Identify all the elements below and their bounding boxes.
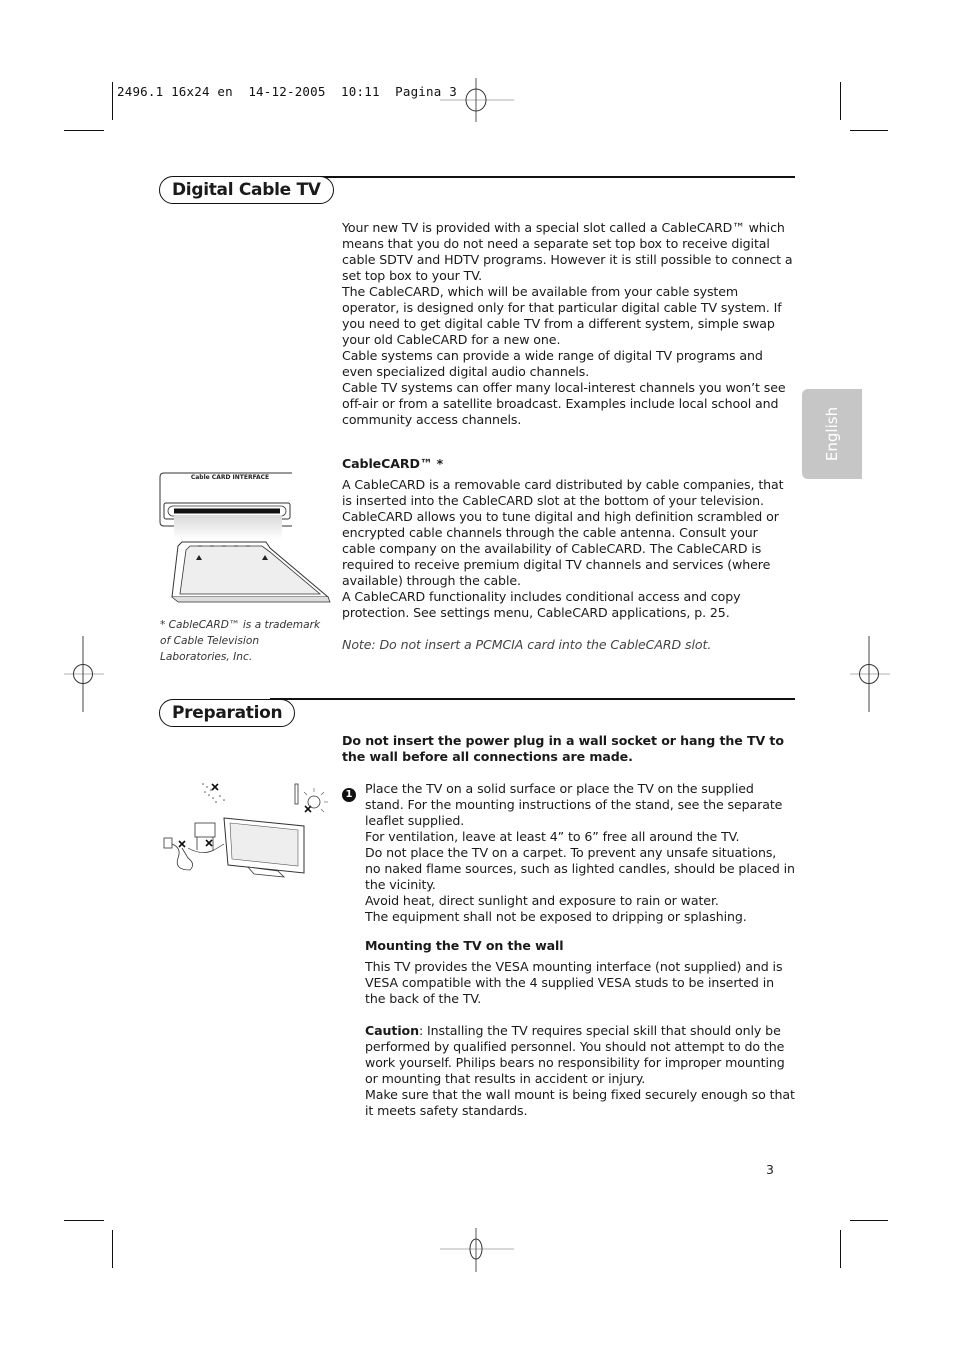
mounting-heading: Mounting the TV on the wall: [365, 938, 564, 953]
registration-mark-icon: [850, 636, 890, 712]
wall-mount-text: Make sure that the wall mount is being f…: [365, 1087, 795, 1118]
language-tab-label: English: [823, 406, 841, 462]
section-title-digital-cable-tv: Digital Cable TV: [159, 176, 334, 204]
pcmcia-note: Note: Do not insert a PCMCIA card into t…: [342, 637, 712, 652]
tv-placement-illustration: [163, 783, 328, 878]
section-rule: [320, 176, 795, 178]
section-rule: [270, 698, 795, 700]
cablecard-heading: CableCARD™ *: [342, 456, 444, 471]
crop-mark: [840, 82, 841, 120]
cablecard-block: CableCARD™ * A CableCARD is a removable …: [342, 456, 794, 653]
caution-label: Caution: [365, 1023, 419, 1038]
digital-cable-intro: Your new TV is provided with a special s…: [342, 220, 794, 428]
preparation-warning: Do not insert the power plug in a wall s…: [342, 733, 784, 764]
caution-text: : Installing the TV requires special ski…: [365, 1023, 785, 1086]
step-line: Avoid heat, direct sunlight and exposure…: [365, 893, 719, 908]
cablecard-slot-illustration: [159, 472, 331, 603]
step-line: The equipment shall not be exposed to dr…: [365, 909, 747, 924]
crop-mark: [850, 130, 888, 131]
crop-mark: [64, 130, 104, 131]
cablecard-paragraph: A CableCARD functionality includes condi…: [342, 589, 741, 620]
step-1-text: Place the TV on a solid surface or place…: [365, 781, 795, 925]
caution-paragraph: Caution: Installing the TV requires spec…: [365, 1023, 795, 1087]
intro-paragraph: The CableCARD, which will be available f…: [342, 284, 782, 347]
crop-mark: [64, 1220, 104, 1221]
intro-paragraph: Your new TV is provided with a special s…: [342, 220, 793, 283]
page-number: 3: [766, 1162, 774, 1177]
crop-mark: [112, 1230, 113, 1268]
language-tab: English: [802, 389, 862, 479]
intro-paragraph: Cable TV systems can offer many local-in…: [342, 380, 786, 427]
illustration-label: Cable CARD INTERFACE: [190, 474, 270, 481]
registration-mark-icon: [440, 78, 514, 122]
step-line: Place the TV on a solid surface or place…: [365, 781, 783, 828]
section-title-preparation: Preparation: [159, 699, 296, 727]
step-line: Do not place the TV on a carpet. To prev…: [365, 845, 795, 892]
step-number: 1: [342, 788, 356, 802]
crop-mark: [112, 82, 113, 120]
crop-mark: [850, 1220, 888, 1221]
mounting-text: This TV provides the VESA mounting inter…: [365, 959, 783, 1006]
crop-mark: [840, 1230, 841, 1268]
intro-paragraph: Cable systems can provide a wide range o…: [342, 348, 763, 379]
mounting-block: Mounting the TV on the wall This TV prov…: [365, 938, 795, 1119]
trademark-footnote: * CableCARD™ is a trademark of Cable Tel…: [160, 619, 321, 663]
printer-slug: 2496.1 16x24 en 14-12-2005 10:11 Pagina …: [117, 84, 457, 99]
cablecard-paragraph: A CableCARD is a removable card distribu…: [342, 477, 784, 588]
registration-mark-icon: [440, 1228, 514, 1272]
registration-mark-icon: [64, 636, 104, 712]
step-number-badge: 1: [342, 782, 356, 802]
step-line: For ventilation, leave at least 4” to 6”…: [365, 829, 740, 844]
